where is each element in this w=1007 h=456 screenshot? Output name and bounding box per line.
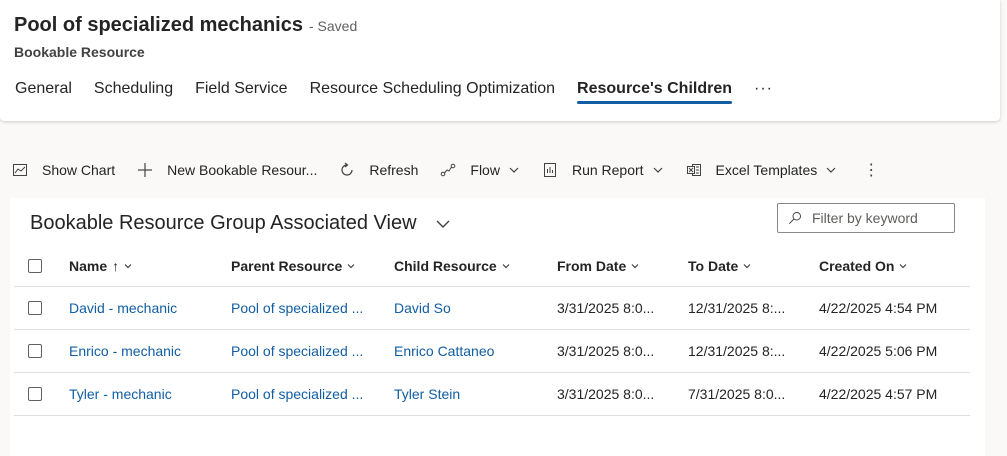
more-tabs-button[interactable]: ··· [754, 80, 773, 98]
entity-name: Bookable Resource [14, 44, 145, 60]
filter-keyword-input[interactable] [810, 209, 954, 227]
new-record-button[interactable]: New Bookable Resour... [137, 162, 317, 178]
filter-box[interactable] [777, 203, 955, 233]
run-report-label: Run Report [571, 162, 644, 178]
column-from-label: From Date [557, 258, 627, 274]
column-created-label: Created On [819, 258, 895, 274]
refresh-label: Refresh [369, 162, 419, 178]
column-header-parent-resource[interactable]: Parent Resource [231, 246, 356, 286]
flow-button[interactable]: Flow [440, 162, 520, 178]
column-child-label: Child Resource [394, 258, 497, 274]
chevron-down-icon[interactable] [435, 216, 451, 232]
chevron-down-icon [826, 167, 836, 173]
new-record-label: New Bookable Resour... [167, 162, 318, 178]
show-chart-label: Show Chart [42, 162, 116, 178]
flow-label: Flow [470, 162, 500, 178]
created-on-cell: 4/22/2025 4:57 PM [819, 386, 938, 402]
row-select-cell [28, 373, 42, 415]
parent-resource-link[interactable]: Pool of specialized ... [231, 330, 363, 372]
tab-scheduling[interactable]: Scheduling [94, 80, 173, 108]
child-resource-link[interactable]: David So [394, 287, 451, 329]
save-status: - Saved [308, 18, 358, 34]
chevron-down-icon [124, 264, 132, 269]
column-name-label: Name [69, 258, 108, 274]
row-checkbox[interactable] [28, 387, 42, 401]
run-report-button[interactable]: Run Report [542, 162, 664, 178]
to-date-cell: 12/31/2025 8:... [688, 343, 786, 359]
row-select-cell [28, 287, 42, 329]
table-row[interactable]: David - mechanic Pool of specialized ...… [14, 287, 970, 330]
row-checkbox[interactable] [28, 344, 42, 358]
report-icon [543, 163, 556, 177]
tab-field-service[interactable]: Field Service [195, 80, 287, 108]
column-header-to-date[interactable]: To Date [688, 246, 752, 286]
select-all-checkbox[interactable] [28, 259, 42, 273]
from-date-cell: 3/31/2025 8:0... [557, 343, 655, 359]
parent-resource-link[interactable]: Pool of specialized ... [231, 287, 363, 329]
data-grid: Name ↑ Parent Resource Child Resource Fr… [14, 246, 970, 416]
child-resource-link[interactable]: Tyler Stein [394, 373, 460, 415]
chevron-down-icon [743, 264, 751, 269]
plus-icon [138, 163, 153, 177]
parent-resource-link[interactable]: Pool of specialized ... [231, 373, 363, 415]
subgrid-panel: Bookable Resource Group Associated View … [10, 198, 985, 456]
table-row[interactable]: Enrico - mechanic Pool of specialized ..… [14, 330, 970, 373]
chevron-down-icon [653, 167, 662, 173]
tab-resource-scheduling-optimization[interactable]: Resource Scheduling Optimization [310, 80, 555, 108]
view-selector[interactable]: Bookable Resource Group Associated View [30, 212, 451, 235]
created-on-cell: 4/22/2025 5:06 PM [819, 343, 938, 359]
name-link[interactable]: David - mechanic [69, 287, 177, 329]
to-date-cell: 12/31/2025 8:... [688, 300, 786, 316]
chevron-down-icon [900, 264, 907, 269]
from-date-cell: 3/31/2025 8:0... [557, 386, 655, 402]
name-link[interactable]: Tyler - mechanic [69, 373, 172, 415]
column-header-child-resource[interactable]: Child Resource [394, 246, 511, 286]
from-date-cell: 3/31/2025 8:0... [557, 300, 655, 316]
column-parent-label: Parent Resource [231, 258, 343, 274]
child-resource-link[interactable]: Enrico Cattaneo [394, 330, 494, 372]
column-header-from-date[interactable]: From Date [557, 246, 640, 286]
column-header-name[interactable]: Name ↑ [69, 246, 133, 286]
record-title: Pool of specialized mechanics [14, 14, 303, 36]
flow-icon [441, 163, 456, 177]
command-bar: Show Chart New Bookable Resour... Refres… [12, 156, 879, 184]
chevron-down-icon [509, 167, 519, 173]
show-chart-button[interactable]: Show Chart [12, 162, 115, 178]
tab-general[interactable]: General [15, 80, 72, 108]
table-row[interactable]: Tyler - mechanic Pool of specialized ...… [14, 373, 970, 416]
search-icon [788, 212, 801, 225]
record-header: Pool of specialized mechanics - Saved Boo… [0, 0, 1000, 121]
to-date-cell: 7/31/2025 8:0... [688, 386, 786, 402]
row-select-cell [28, 330, 42, 372]
more-commands-button[interactable]: ⋮ [863, 160, 879, 180]
title-row: Pool of specialized mechanics - Saved [14, 14, 357, 37]
row-checkbox[interactable] [28, 301, 42, 315]
refresh-icon [341, 162, 353, 176]
grid-header-row: Name ↑ Parent Resource Child Resource Fr… [14, 246, 970, 287]
excel-templates-button[interactable]: Excel Templates [686, 162, 838, 178]
chevron-down-icon [347, 264, 355, 269]
refresh-button[interactable]: Refresh [339, 162, 418, 178]
excel-templates-label: Excel Templates [715, 162, 818, 178]
column-header-created-on[interactable]: Created On [819, 246, 908, 286]
chevron-down-icon [502, 264, 510, 269]
chevron-down-icon [631, 264, 639, 269]
tab-resources-children[interactable]: Resource's Children [577, 80, 732, 108]
view-title: Bookable Resource Group Associated View [30, 212, 417, 234]
select-all-cell [28, 246, 42, 286]
form-tabs: General Scheduling Field Service Resourc… [15, 80, 773, 108]
chart-icon [13, 164, 27, 176]
excel-icon [686, 164, 701, 176]
created-on-cell: 4/22/2025 4:54 PM [819, 300, 938, 316]
name-link[interactable]: Enrico - mechanic [69, 330, 181, 372]
sort-ascending-icon: ↑ [112, 258, 120, 274]
column-to-label: To Date [688, 258, 739, 274]
